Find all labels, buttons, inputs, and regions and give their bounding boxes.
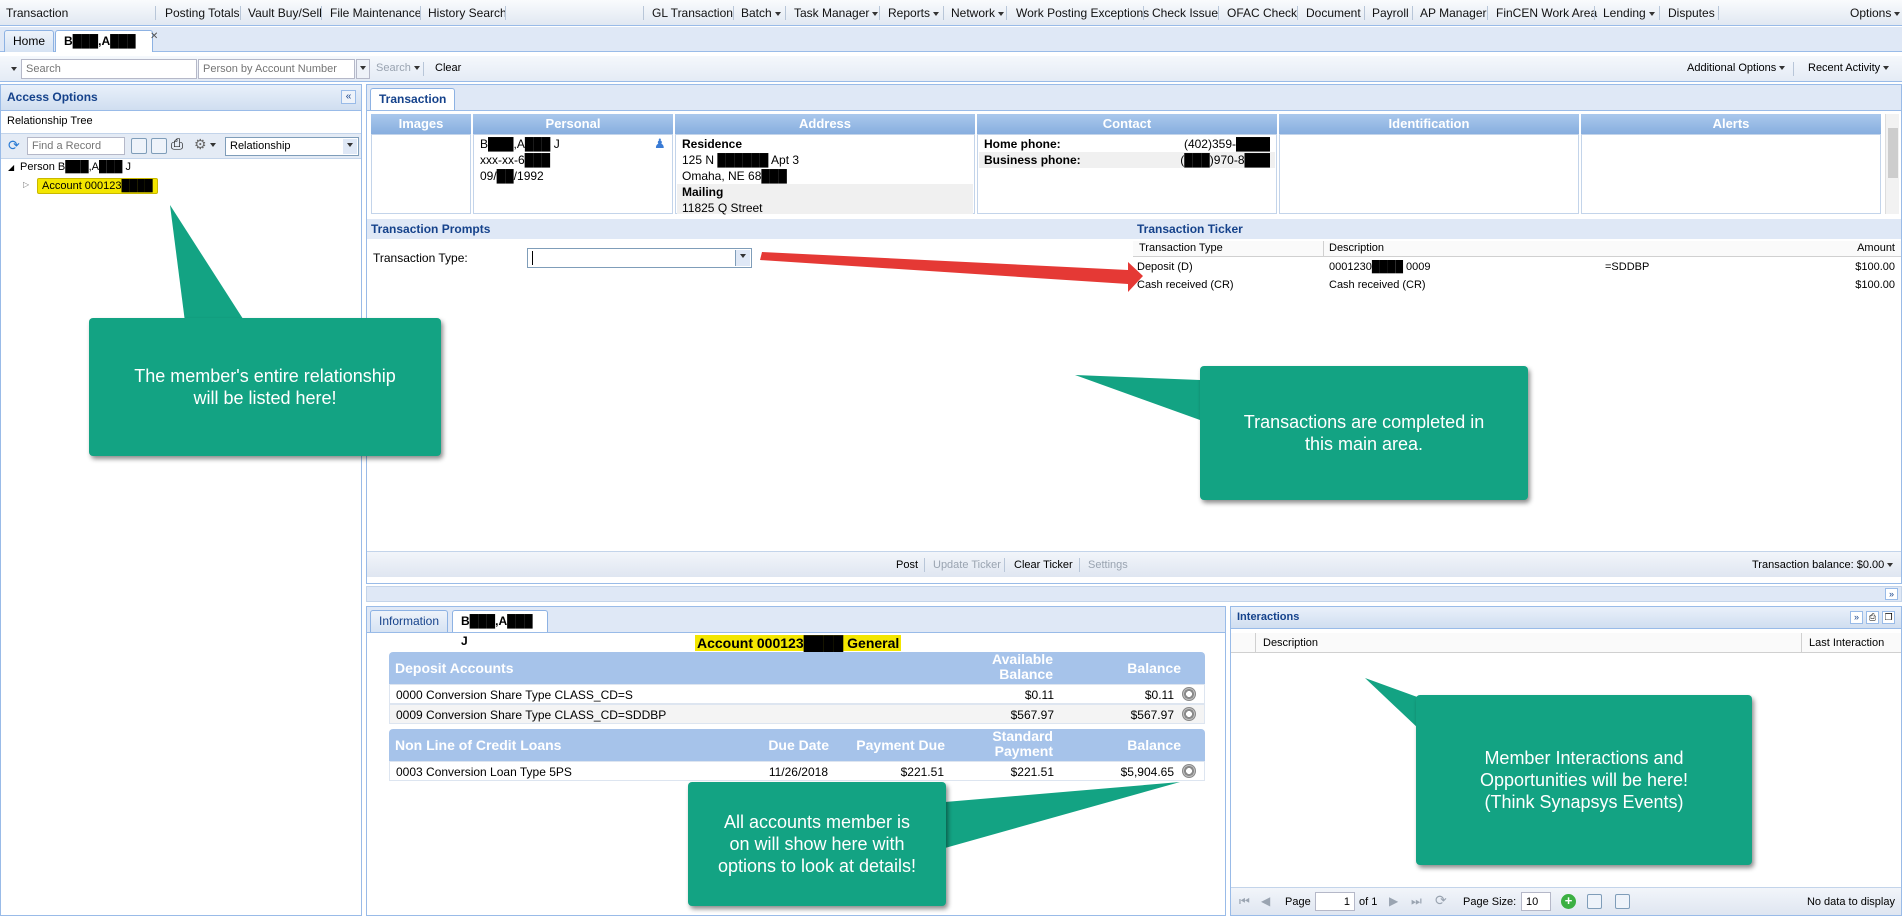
relationship-callout: The member's entire relationship will be… <box>89 318 441 456</box>
interactions-pointer <box>1365 678 1420 730</box>
transactions-callout: Transactions are completed in this main … <box>1200 366 1528 500</box>
accounts-pointer <box>945 782 1180 848</box>
accounts-callout: All accounts member is on will show here… <box>688 782 946 906</box>
red-arrow <box>760 252 1143 292</box>
interactions-callout: Member Interactions and Opportunities wi… <box>1416 695 1752 865</box>
relationship-pointer <box>170 205 245 322</box>
transactions-pointer <box>1075 375 1200 420</box>
